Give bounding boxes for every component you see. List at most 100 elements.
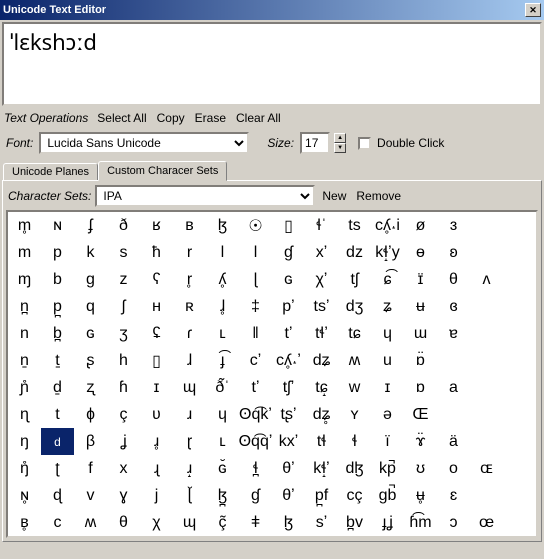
size-input[interactable]	[300, 132, 330, 154]
char-cell[interactable]: ʐ	[74, 374, 107, 401]
char-cell[interactable]: b	[41, 266, 74, 293]
char-cell[interactable]: ɤ̈	[404, 428, 437, 455]
char-cell[interactable]: ɬˈ	[305, 212, 338, 239]
char-cell[interactable]: ǀ	[206, 239, 239, 266]
char-cell[interactable]: j	[140, 482, 173, 509]
char-cell[interactable]: ɬ̪	[239, 455, 272, 482]
char-cell[interactable]: tʃ	[338, 266, 371, 293]
char-cell[interactable]: ŋ̊	[8, 455, 41, 482]
char-cell[interactable]: ʁ	[140, 212, 173, 239]
char-cell[interactable]: ʟ	[206, 428, 239, 455]
char-cell[interactable]: ts	[338, 212, 371, 239]
char-cell[interactable]: ɵ	[404, 239, 437, 266]
char-cell[interactable]: θ	[437, 266, 470, 293]
char-cell[interactable]: ʄ	[74, 212, 107, 239]
char-cell[interactable]: ɸ	[74, 401, 107, 428]
char-cell[interactable]: ɺ	[173, 347, 206, 374]
char-cell[interactable]: ɐ	[437, 320, 470, 347]
char-cell[interactable]: ɖ	[41, 482, 74, 509]
char-cell[interactable]: h	[107, 347, 140, 374]
char-cell[interactable]: ɮ	[206, 212, 239, 239]
remove-set-button[interactable]: Remove	[353, 188, 404, 204]
char-cell[interactable]: ʏ	[338, 401, 371, 428]
text-editor[interactable]: ˈlɛkshɔːd	[2, 22, 542, 106]
char-cell[interactable]: dʑ	[305, 347, 338, 374]
char-cell[interactable]: p̪f	[305, 482, 338, 509]
char-cell[interactable]: ɥ	[206, 401, 239, 428]
char-cell[interactable]: d	[41, 428, 74, 455]
char-cell[interactable]: l	[239, 239, 272, 266]
char-cell[interactable]: ɹ	[173, 401, 206, 428]
char-cell[interactable]: kp̚	[371, 455, 404, 482]
char-cell[interactable]: r	[173, 239, 206, 266]
char-cell[interactable]: ‡	[239, 293, 272, 320]
char-cell[interactable]: ɡb̚	[371, 482, 404, 509]
char-cell[interactable]: ɥ	[371, 320, 404, 347]
char-cell[interactable]: k	[74, 239, 107, 266]
char-cell[interactable]: ð̃ˈ	[206, 374, 239, 401]
char-cell[interactable]: ṯ	[41, 347, 74, 374]
char-cell[interactable]: ø	[404, 212, 437, 239]
char-cell[interactable]: x	[107, 455, 140, 482]
char-cell[interactable]: ɻ	[140, 455, 173, 482]
char-cell[interactable]: ð	[107, 212, 140, 239]
char-cell[interactable]: v	[74, 482, 107, 509]
close-button[interactable]: ✕	[525, 3, 541, 17]
char-cell[interactable]: θ	[107, 509, 140, 536]
char-cell[interactable]: dz	[338, 239, 371, 266]
char-cell[interactable]: ɶ	[470, 455, 503, 482]
char-cell[interactable]: ʕ	[140, 266, 173, 293]
char-cell[interactable]: ʍ	[74, 509, 107, 536]
char-cell[interactable]: cʎ̥˔i	[371, 212, 404, 239]
char-cell[interactable]: ɰ	[173, 374, 206, 401]
char-cell[interactable]: kxʼ	[272, 428, 305, 455]
char-cell[interactable]: ɰ	[173, 509, 206, 536]
char-cell[interactable]: ʋ	[140, 401, 173, 428]
char-cell[interactable]: ŋ	[8, 428, 41, 455]
char-cell[interactable]: ɳ	[8, 401, 41, 428]
char-cell[interactable]: ǂ	[239, 509, 272, 536]
char-cell[interactable]: ḏ	[41, 374, 74, 401]
char-cell[interactable]: tɬʼ	[305, 320, 338, 347]
char-cell[interactable]: ɮ̪	[206, 482, 239, 509]
char-cell[interactable]: ɢ̆	[206, 455, 239, 482]
char-cell[interactable]: dʑ̥	[305, 401, 338, 428]
char-cell[interactable]: ɺ̥	[206, 293, 239, 320]
char-cell[interactable]: kɬ̝ʼ	[305, 455, 338, 482]
char-cell[interactable]: ʜ	[140, 293, 173, 320]
char-cell[interactable]: ʈ	[41, 455, 74, 482]
char-cell[interactable]: θʼ	[272, 482, 305, 509]
char-cell[interactable]: cʼ	[239, 347, 272, 374]
char-cell[interactable]: Œ	[404, 401, 437, 428]
char-cell[interactable]: ʌ	[470, 266, 503, 293]
size-spinner[interactable]: ▲▼	[334, 133, 346, 153]
char-cell[interactable]: n	[8, 320, 41, 347]
char-cell[interactable]: œ	[470, 509, 503, 536]
char-cell[interactable]: ɟʝ	[371, 509, 404, 536]
char-cell[interactable]: ʘq͡kʼ	[239, 401, 272, 428]
char-cell[interactable]: ʍ	[338, 347, 371, 374]
tab-custom-character-sets[interactable]: Custom Characer Sets	[98, 161, 227, 181]
char-cell[interactable]: pʼ	[272, 293, 305, 320]
char-cell[interactable]: n̪	[8, 293, 41, 320]
char-cell[interactable]: tʼ	[239, 374, 272, 401]
char-cell[interactable]: ʉ̥	[404, 482, 437, 509]
char-cell[interactable]: ɪ̈	[404, 266, 437, 293]
char-cell[interactable]: s	[107, 239, 140, 266]
char-cell[interactable]: f	[74, 455, 107, 482]
char-cell[interactable]: ʘq͡qʼ	[239, 428, 272, 455]
char-cell[interactable]: ʃ	[107, 293, 140, 320]
char-cell[interactable]: dɮ	[338, 455, 371, 482]
char-cell[interactable]: c	[41, 509, 74, 536]
char-cell[interactable]: ɬ	[338, 428, 371, 455]
char-cell[interactable]: ɟ͡	[206, 347, 239, 374]
char-cell[interactable]: tʼ	[272, 320, 305, 347]
char-cell[interactable]: tsʼ	[305, 293, 338, 320]
char-cell[interactable]: ɠ	[272, 239, 305, 266]
char-cell[interactable]: ɦ͡m	[404, 509, 437, 536]
char-cell[interactable]: ɭ̆	[173, 482, 206, 509]
char-cell[interactable]: ʟ	[206, 320, 239, 347]
char-cell[interactable]: o	[437, 455, 470, 482]
char-cell[interactable]: tʂʼ	[272, 401, 305, 428]
char-cell[interactable]: θʼ	[272, 455, 305, 482]
